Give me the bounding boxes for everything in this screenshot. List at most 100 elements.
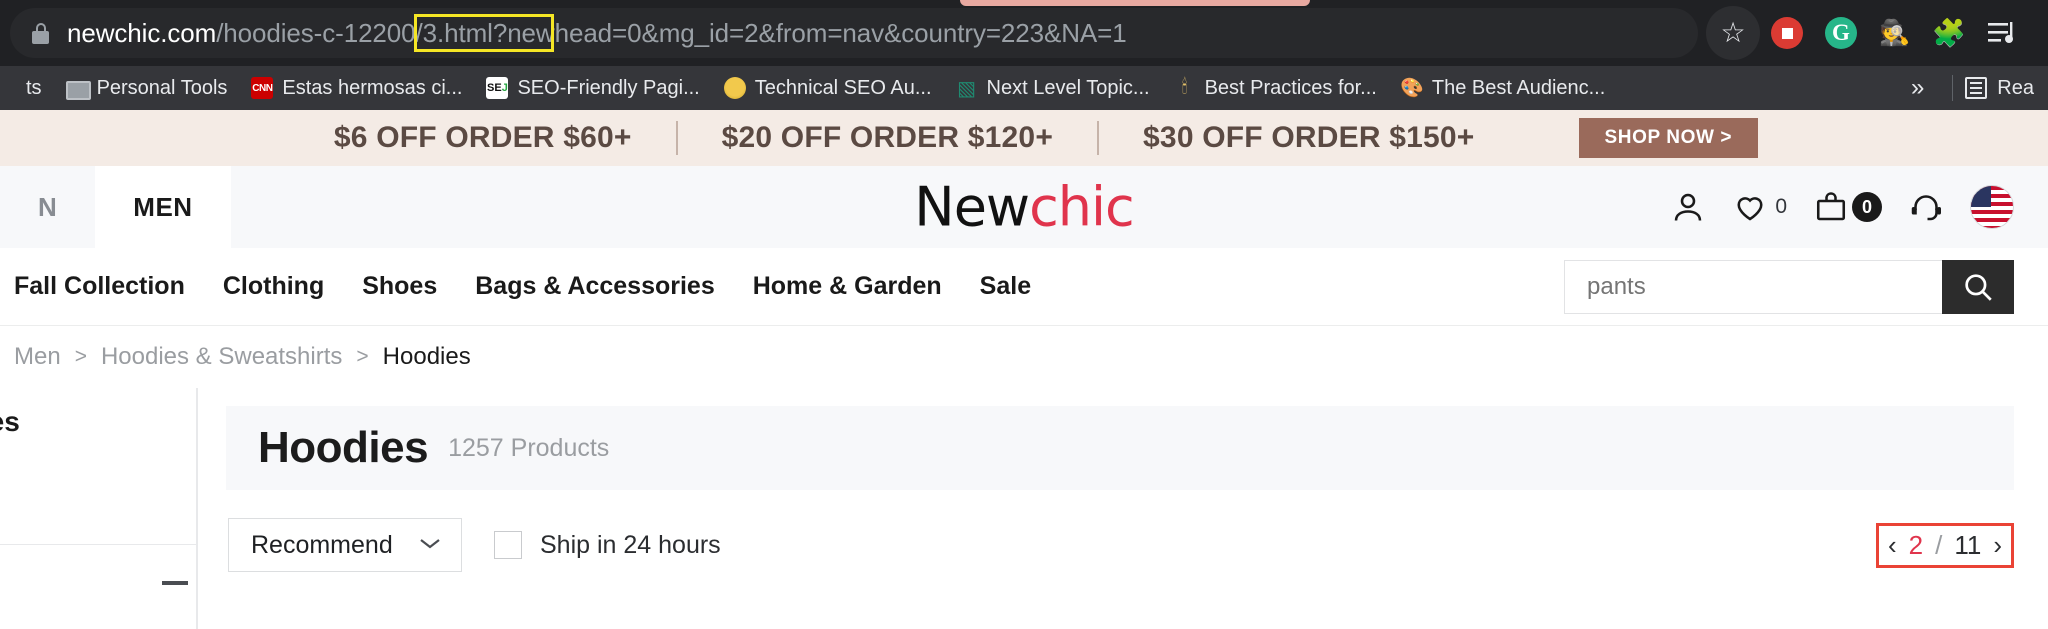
bookmark-label: Personal Tools: [96, 76, 228, 99]
screen-recorder-icon[interactable]: [1760, 6, 1814, 60]
page-content: $6 OFF ORDER $60+ $20 OFF ORDER $120+ $3…: [0, 110, 2048, 629]
body-area: ries irts Hoodies 1257 Products Recommen…: [0, 388, 2048, 629]
breadcrumb-separator: >: [356, 345, 369, 368]
media-playlist-icon[interactable]: [1976, 6, 2030, 60]
product-count: 1257 Products: [448, 433, 610, 462]
reading-list-icon: [1965, 77, 1988, 99]
nav-item-fall-collection[interactable]: Fall Collection: [14, 272, 185, 301]
torch-icon: 🕯: [1181, 77, 1188, 98]
bookmark-item-technical-seo[interactable]: Technical SEO Au...: [712, 71, 944, 105]
tab-men[interactable]: MEN: [95, 166, 231, 248]
bookmark-label: SEO-Friendly Pagi...: [517, 76, 700, 99]
nav-item-home-garden[interactable]: Home & Garden: [753, 272, 942, 301]
address-bar[interactable]: newchic.com/hoodies-c-12200/3.html?newhe…: [10, 8, 1698, 58]
bookmark-item-best-audience[interactable]: 🎨 The Best Audienc...: [1389, 71, 1617, 105]
sej-icon: SE J: [486, 77, 509, 99]
omnibox-row: newchic.com/hoodies-c-12200/3.html?newhe…: [0, 0, 2048, 66]
reading-list-button[interactable]: Rea: [1965, 77, 2034, 100]
grammarly-icon[interactable]: G: [1814, 6, 1868, 60]
pagination-current-page: 2: [1908, 529, 1924, 560]
url-highlighted: /3.html?newhead: [415, 17, 613, 48]
chevron-down-icon: [417, 534, 443, 557]
omnibox-actions: ☆ G 🕵 🧩: [1698, 6, 2030, 60]
search-button[interactable]: [1942, 259, 2014, 314]
ship-checkbox[interactable]: [494, 531, 522, 559]
cart-count-badge: 0: [1852, 192, 1882, 222]
logo-part-new: New: [914, 175, 1030, 239]
page-title: Hoodies: [258, 423, 429, 472]
sidebar-item-sweatshirts[interactable]: irts: [0, 490, 196, 518]
lock-icon[interactable]: [32, 22, 49, 44]
header-icons: 0 0: [1670, 166, 2048, 248]
wishlist-heart-icon[interactable]: 0: [1732, 189, 1787, 225]
url-path-before: /hoodies-c-12200: [216, 17, 416, 48]
nav-links: Fall Collection Clothing Shoes Bags & Ac…: [0, 272, 1031, 301]
bookmark-label: ts: [26, 76, 42, 99]
bookmark-item-sej[interactable]: SE J SEO-Friendly Pagi...: [474, 71, 711, 105]
newchic-logo[interactable]: Newchic: [914, 175, 1135, 239]
bookmark-label: Best Practices for...: [1204, 76, 1377, 99]
country-flag-icon[interactable]: [1970, 185, 2014, 229]
colorful-person-icon: 🎨: [1400, 78, 1424, 99]
category-title-card: Hoodies 1257 Products: [226, 406, 2014, 490]
spy-search-icon[interactable]: 🕵: [1868, 6, 1922, 60]
shop-now-button[interactable]: SHOP NOW >: [1578, 118, 1759, 158]
bookmark-item-personal-tools[interactable]: Personal Tools: [54, 71, 240, 105]
bookmark-label: Next Level Topic...: [986, 76, 1150, 99]
teal-chart-icon: ▧: [957, 77, 976, 100]
bookmark-star-icon[interactable]: ☆: [1706, 6, 1760, 60]
breadcrumb-item-men[interactable]: Men: [14, 343, 61, 371]
wishlist-count: 0: [1775, 195, 1787, 218]
cnn-icon: CNN: [251, 77, 274, 99]
bookmarks-bar: ts Personal Tools CNN Estas hermosas ci.…: [0, 66, 2048, 110]
tab-women[interactable]: N: [0, 166, 95, 248]
ship-in-24-hours-filter[interactable]: Ship in 24 hours: [494, 531, 721, 560]
nav-item-clothing[interactable]: Clothing: [223, 272, 324, 301]
bookmark-item-cnn[interactable]: CNN Estas hermosas ci...: [239, 71, 474, 105]
account-icon[interactable]: [1670, 189, 1706, 225]
breadcrumb-separator: >: [74, 345, 87, 368]
extensions-puzzle-icon[interactable]: 🧩: [1922, 6, 1976, 60]
bookmarks-divider: [1952, 75, 1954, 101]
ship-label: Ship in 24 hours: [540, 530, 721, 559]
nav-item-shoes[interactable]: Shoes: [362, 272, 437, 301]
support-headset-icon[interactable]: [1908, 189, 1944, 225]
nav-item-bags-accessories[interactable]: Bags & Accessories: [475, 272, 714, 301]
url-host: newchic.com: [67, 17, 217, 48]
promo-offer: $20 OFF ORDER $120+: [721, 121, 1054, 154]
filter-toolbar: Recommend Ship in 24 hours ‹ 2 / 11 ›: [226, 490, 2014, 572]
bookmark-item[interactable]: ts: [14, 71, 54, 105]
search-input[interactable]: [1564, 259, 1942, 314]
main-navigation: Fall Collection Clothing Shoes Bags & Ac…: [0, 248, 2048, 326]
sidebar-title-categories: ries: [0, 406, 20, 437]
filter-sidebar: ries irts: [0, 388, 198, 629]
promo-banner: $6 OFF ORDER $60+ $20 OFF ORDER $120+ $3…: [0, 110, 2048, 166]
breadcrumb-item-current: Hoodies: [382, 343, 471, 370]
breadcrumb: Men > Hoodies & Sweatshirts > Hoodies: [0, 326, 2048, 388]
breadcrumb-item-hoodies-sweatshirts[interactable]: Hoodies & Sweatshirts: [101, 343, 342, 371]
gold-circle-icon: [723, 77, 746, 99]
logo-part-chic: chic: [1029, 175, 1135, 239]
bookmarks-overflow-button[interactable]: »: [1895, 74, 1940, 102]
pagination-prev-button[interactable]: ‹: [1888, 530, 1897, 561]
main-content: Hoodies 1257 Products Recommend Ship in …: [198, 388, 2048, 629]
sort-value: Recommend: [251, 530, 393, 559]
browser-chrome: newchic.com/hoodies-c-12200/3.html?newhe…: [0, 0, 2048, 110]
promo-offer: $30 OFF ORDER $150+: [1143, 121, 1475, 154]
gender-tabs: N MEN: [0, 166, 231, 248]
bookmark-item-best-practices[interactable]: 🕯 Best Practices for...: [1162, 71, 1389, 105]
active-tab-stub[interactable]: [960, 0, 1310, 6]
sidebar-collapse-icon[interactable]: [162, 581, 188, 585]
bookmark-item-next-level[interactable]: ▧ Next Level Topic...: [944, 71, 1162, 105]
nav-item-sale[interactable]: Sale: [980, 272, 1031, 301]
reading-list-label: Rea: [1997, 76, 2034, 99]
playlist-glyph: [1988, 22, 2013, 43]
pagination-slash: /: [1935, 529, 1943, 560]
pagination-total-pages: 11: [1954, 529, 1982, 560]
sort-dropdown[interactable]: Recommend: [228, 518, 462, 572]
shopping-bag-icon[interactable]: 0: [1813, 189, 1882, 225]
promo-offer: $6 OFF ORDER $60+: [333, 121, 632, 154]
folder-icon: [65, 77, 91, 100]
pagination-next-button[interactable]: ›: [1993, 530, 2002, 561]
pagination: ‹ 2 / 11 ›: [1875, 522, 2014, 568]
